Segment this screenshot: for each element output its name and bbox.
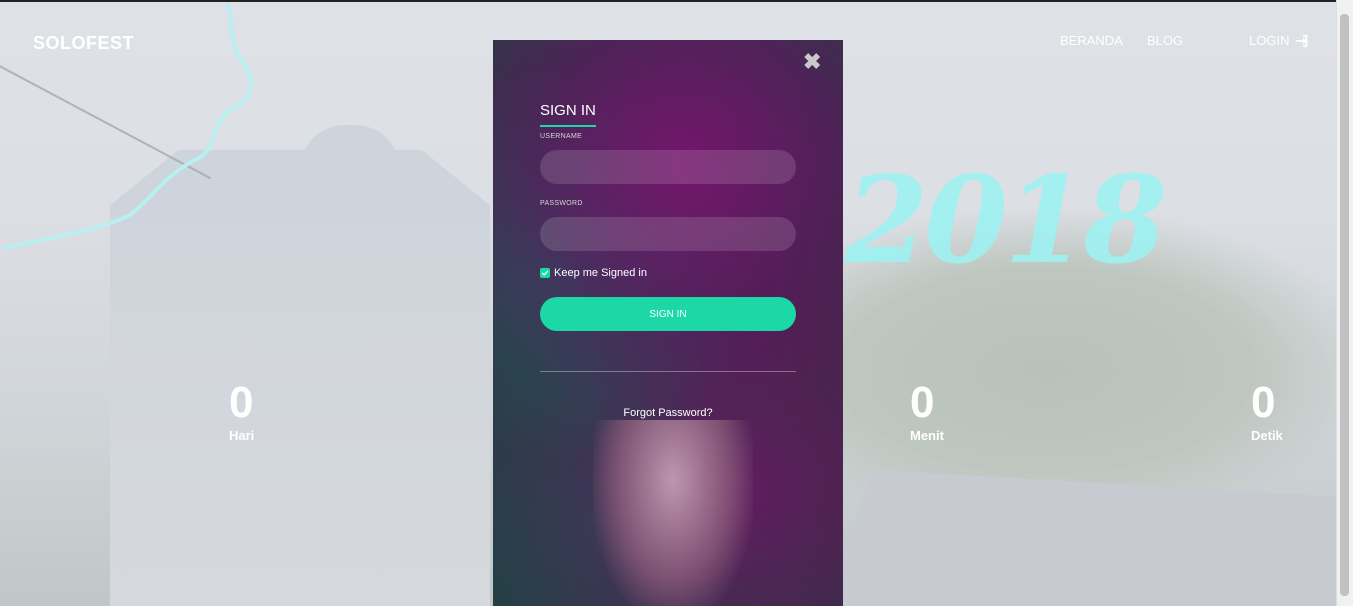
hero-year-text: 2018 — [845, 150, 1167, 291]
signin-modal: ✖ SIGN IN USERNAME PASSWORD Keep me Sign… — [493, 40, 843, 606]
countdown-value: 0 — [910, 378, 935, 427]
countdown-value: 0 — [1251, 378, 1276, 427]
nav-login[interactable]: LOGIN — [1249, 33, 1309, 48]
close-icon[interactable]: ✖ — [803, 51, 821, 73]
modal-background-photo — [593, 420, 753, 606]
nav-login-label: LOGIN — [1249, 33, 1290, 48]
keep-signed-in[interactable]: Keep me Signed in — [540, 267, 647, 279]
password-label: PASSWORD — [540, 200, 583, 207]
signin-button[interactable]: SIGN IN — [540, 297, 796, 331]
countdown-detik: 0 Detik — [1251, 378, 1283, 444]
nav-beranda[interactable]: BERANDA — [1060, 33, 1123, 48]
countdown-value: 0 — [229, 378, 254, 427]
scrollbar[interactable] — [1336, 0, 1353, 606]
countdown-menit: 0 Menit — [910, 378, 944, 444]
check-icon — [541, 270, 549, 276]
scrollbar-thumb[interactable] — [1340, 14, 1349, 596]
keep-signed-in-label: Keep me Signed in — [554, 267, 647, 279]
nav-blog[interactable]: BLOG — [1147, 33, 1183, 48]
countdown-label: Menit — [910, 428, 944, 443]
forgot-password-link[interactable]: Forgot Password? — [493, 407, 843, 419]
keep-signed-in-checkbox[interactable] — [540, 268, 550, 278]
top-border — [0, 0, 1353, 2]
modal-title: SIGN IN — [540, 102, 596, 127]
username-label: USERNAME — [540, 133, 583, 140]
sign-in-icon — [1296, 34, 1308, 47]
countdown-label: Detik — [1251, 428, 1283, 443]
password-input[interactable] — [540, 217, 796, 251]
username-input[interactable] — [540, 150, 796, 184]
countdown-hari: 0 Hari — [229, 378, 255, 444]
brand-logo[interactable]: SOLOFEST — [33, 33, 134, 54]
divider — [540, 371, 796, 372]
countdown-label: Hari — [229, 428, 255, 443]
